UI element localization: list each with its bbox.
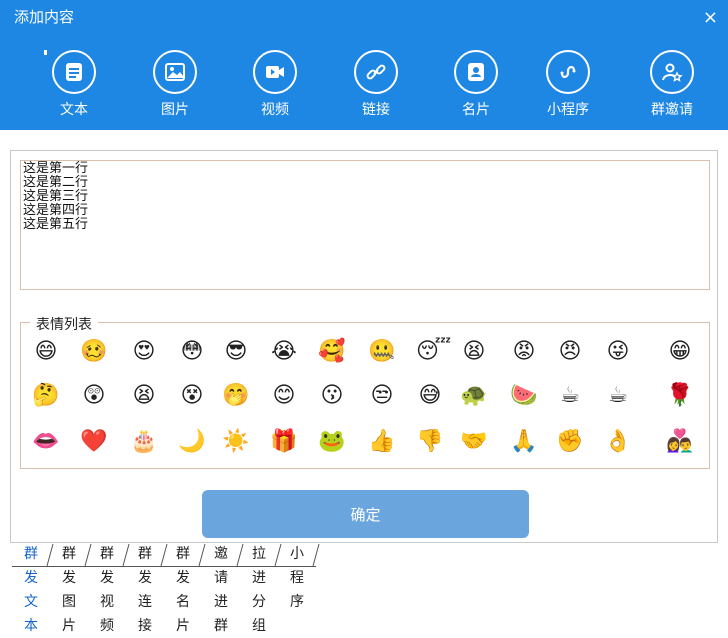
text-icon: [52, 50, 96, 94]
toolbar-label: 视频: [261, 102, 289, 118]
toolbar-label: 群邀请: [651, 102, 693, 118]
emoji-item[interactable]: 😍: [130, 338, 158, 366]
tab-6[interactable]: 邀请进群: [202, 542, 240, 634]
toolbar-label: 小程序: [547, 102, 589, 118]
window-title: 添加内容: [14, 8, 75, 26]
text-line: 这是第二行: [23, 175, 89, 190]
contact-card-icon: [454, 50, 498, 94]
toolbar-label: 图片: [161, 102, 189, 118]
tab-divider: [312, 543, 320, 567]
toolbar-item-text[interactable]: 文本: [34, 50, 114, 119]
toolbar-label: 文本: [60, 102, 88, 118]
toolbar-item-mini-program[interactable]: 小程序: [528, 50, 608, 119]
emoji-item[interactable]: ☕: [556, 382, 584, 410]
mini-program-icon: [546, 50, 590, 94]
emoji-item[interactable]: ❤️: [80, 428, 108, 456]
emoji-item[interactable]: 👎: [416, 428, 444, 456]
emoji-item[interactable]: ✊: [556, 428, 584, 456]
emoji-item[interactable]: 😲: [80, 382, 108, 410]
emoji-item[interactable]: 😫: [130, 382, 158, 410]
emoji-item[interactable]: 👍: [368, 428, 396, 456]
emoji-item[interactable]: 😡: [510, 338, 538, 366]
tab-7[interactable]: 拉进分组: [240, 542, 278, 634]
emoji-item[interactable]: 😊: [270, 382, 298, 410]
emoji-item[interactable]: 😒: [368, 382, 396, 410]
emoji-item[interactable]: 😅: [416, 382, 444, 410]
emoji-item[interactable]: 🤔: [32, 382, 60, 410]
message-textarea[interactable]: 这是第一行 这是第二行 这是第三行 这是第四行 这是第五行: [20, 160, 710, 290]
confirm-button[interactable]: 确定: [202, 490, 529, 538]
tab-8[interactable]: 小程序: [278, 542, 316, 610]
emoji-item[interactable]: 🐸: [318, 428, 346, 456]
text-line: 这是第三行: [23, 189, 89, 204]
emoji-item[interactable]: 🤐: [368, 338, 396, 366]
emoji-item[interactable]: 😭: [270, 338, 298, 366]
tab-3[interactable]: 群发视频: [88, 542, 126, 634]
tab-5[interactable]: 群发名片: [164, 542, 202, 634]
header-bar: 添加内容 × 文本 图片 视频 链接 名片 小程序 群邀请: [0, 0, 728, 130]
toolbar-label: 链接: [362, 102, 390, 118]
tab-4[interactable]: 群发连接: [126, 542, 164, 634]
emoji-item[interactable]: 🥴: [80, 338, 108, 366]
emoji-item[interactable]: 👩‍❤️‍👨: [666, 428, 694, 456]
emoji-item[interactable]: 😜: [604, 338, 632, 366]
emoji-item[interactable]: 😠: [556, 338, 584, 366]
emoji-item[interactable]: 🍉: [510, 382, 538, 410]
emoji-item[interactable]: ☕: [604, 382, 632, 410]
emoji-item[interactable]: 😵: [178, 382, 206, 410]
emoji-item[interactable]: 😁: [666, 338, 694, 366]
emoji-item[interactable]: 🐢: [460, 382, 488, 410]
emoji-item[interactable]: 😫: [460, 338, 488, 366]
emoji-item[interactable]: 🌹: [666, 382, 694, 410]
emoji-item[interactable]: 🤭: [222, 382, 250, 410]
text-line: 这是第一行: [23, 161, 89, 176]
video-icon: [253, 50, 297, 94]
toolbar-item-video[interactable]: 视频: [235, 50, 315, 119]
emoji-item[interactable]: 😗: [318, 382, 346, 410]
toolbar-item-image[interactable]: 图片: [135, 50, 215, 119]
emoji-item[interactable]: 🥰: [318, 338, 346, 366]
close-icon[interactable]: ×: [703, 7, 718, 28]
tab-2[interactable]: 群发图片: [50, 542, 88, 634]
toolbar-item-link[interactable]: 链接: [336, 50, 416, 119]
emoji-item[interactable]: 🌙: [178, 428, 206, 456]
emoji-item[interactable]: 👄: [32, 428, 60, 456]
text-line: 这是第五行: [23, 217, 89, 232]
link-icon: [354, 50, 398, 94]
emoji-list-legend: 表情列表: [30, 314, 98, 334]
emoji-item[interactable]: 🤝: [460, 428, 488, 456]
toolbar-label: 名片: [462, 102, 490, 118]
emoji-item[interactable]: 😴: [416, 338, 451, 366]
tab-1[interactable]: 群发文本: [12, 542, 50, 634]
image-icon: [153, 50, 197, 94]
toolbar-item-group-invite[interactable]: 群邀请: [632, 50, 712, 119]
group-invite-icon: [650, 50, 694, 94]
emoji-item[interactable]: 😳: [178, 338, 206, 366]
emoji-item[interactable]: 👌: [604, 428, 632, 456]
text-line: 这是第四行: [23, 203, 89, 218]
emoji-item[interactable]: 😎: [222, 338, 250, 366]
emoji-item[interactable]: 😄: [32, 338, 60, 366]
toolbar-item-contact-card[interactable]: 名片: [436, 50, 516, 119]
emoji-item[interactable]: ☀️: [222, 428, 250, 456]
emoji-item[interactable]: 🎁: [270, 428, 298, 456]
emoji-item[interactable]: 🎂: [130, 428, 158, 456]
emoji-item[interactable]: 🙏: [510, 428, 538, 456]
